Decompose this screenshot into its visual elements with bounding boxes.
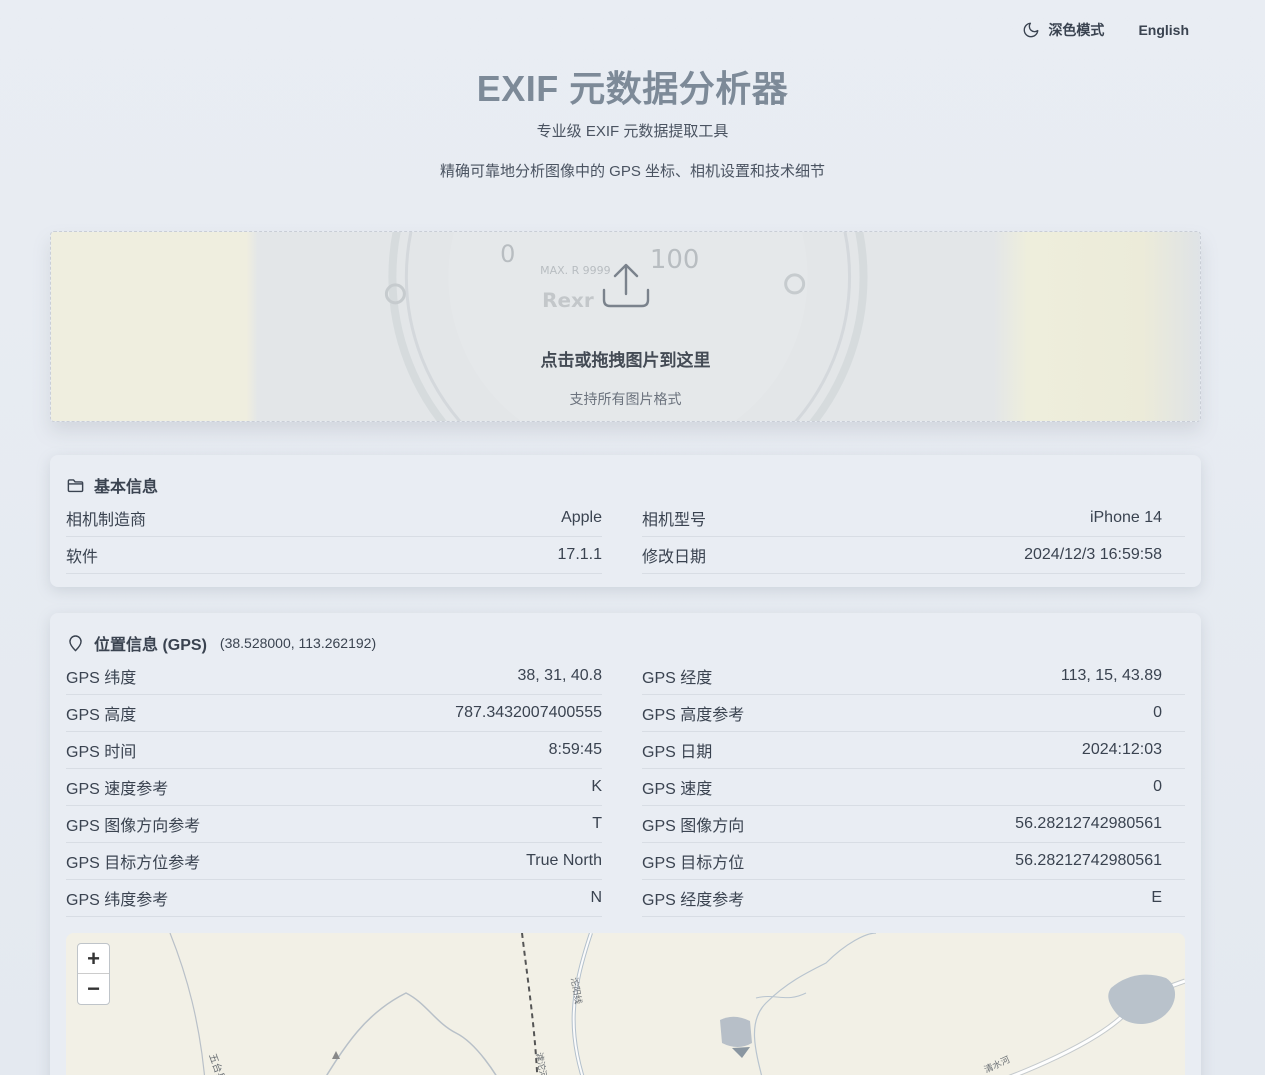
gps-coordinates: (38.528000, 113.262192) [219,635,377,651]
gps-row: GPS 纬度参考 N [66,880,602,917]
upload-dropzone[interactable]: 0 100 MAX. R 9999 Rexr 点击或拖拽图片到这里 支持所有图片… [50,231,1201,422]
upload-formats: 支持所有图片格式 [569,391,682,407]
dark-mode-label: 深色模式 [1048,22,1105,38]
gps-row: GPS 经度参考 E [642,880,1185,917]
gps-value: 8:59:45 [548,741,602,758]
page-description: 精确可靠地分析图像中的 GPS 坐标、相机设置和技术细节 [439,163,825,180]
gps-row: GPS 经度 113, 15, 43.89 [642,658,1185,695]
gps-value: 0 [1153,704,1162,721]
gps-value: True North [526,852,602,869]
gps-row: GPS 时间 8:59:45 [66,732,602,769]
zoom-in-button[interactable]: + [78,944,109,974]
basic-info-title: 基本信息 [94,479,159,496]
gps-info-title: 位置信息 (GPS) [94,637,207,654]
info-row-camera-make: 相机制造商 Apple [66,500,602,537]
gps-row: GPS 高度参考 0 [642,695,1185,732]
gps-label: GPS 纬度参考 [66,892,169,909]
page-title: EXIF 元数据分析器 [476,68,789,109]
map-tiles: 五台县 沱阳线 滹沱河 清水河 [66,933,1185,1075]
gps-label: GPS 目标方位参考 [66,855,201,872]
gps-row: GPS 目标方位 56.28212742980561 [642,843,1185,880]
gps-label: GPS 图像方向参考 [66,818,201,835]
upload-content: 点击或拖拽图片到这里 支持所有图片格式 [51,232,1200,421]
gps-value: T [592,815,602,832]
gps-info-header: 位置信息 (GPS) (38.528000, 113.262192) [66,631,376,655]
gps-label: GPS 日期 [642,744,713,761]
gps-value: 2024:12:03 [1081,741,1162,758]
gps-label: GPS 高度参考 [642,707,745,724]
info-row-software: 软件 17.1.1 [66,537,602,574]
language-toggle[interactable]: English [1138,22,1189,38]
gps-value: 113, 15, 43.89 [1060,667,1162,684]
info-label: 修改日期 [642,549,707,566]
gps-row: GPS 目标方位参考 True North [66,843,602,880]
gps-label: GPS 图像方向 [642,818,745,835]
gps-value: 38, 31, 40.8 [517,667,602,684]
gps-value: 787.3432007400555 [455,704,602,721]
dark-mode-toggle[interactable]: 深色模式 [1022,20,1104,40]
gps-row: GPS 图像方向 56.28212742980561 [642,806,1185,843]
location-pin-icon [69,634,82,651]
map-zoom-control: + − [77,943,110,1005]
gps-row: GPS 高度 787.3432007400555 [66,695,602,732]
info-label: 相机型号 [642,512,707,529]
upload-instruction: 点击或拖拽图片到这里 [540,351,711,370]
info-value: 2024/12/3 16:59:58 [1024,546,1162,563]
basic-info-card: 基本信息 相机制造商 Apple 相机型号 iPhone 14 软件 17.1.… [50,455,1201,587]
info-row-camera-model: 相机型号 iPhone 14 [642,500,1185,537]
gps-value: E [1151,889,1162,906]
page-subtitle: 专业级 EXIF 元数据提取工具 [536,123,729,140]
gps-label: GPS 经度参考 [642,892,745,909]
gps-info-card: 位置信息 (GPS) (38.528000, 113.262192) GPS 纬… [50,613,1201,1075]
info-label: 软件 [66,549,99,566]
gps-row: GPS 速度 0 [642,769,1185,806]
info-row-modify-date: 修改日期 2024/12/3 16:59:58 [642,537,1185,574]
folder-icon [67,478,84,492]
gps-value: N [590,889,602,906]
gps-label: GPS 经度 [642,670,713,687]
gps-label: GPS 纬度 [66,670,137,687]
gps-row: GPS 图像方向参考 T [66,806,602,843]
top-bar: 深色模式 English [1022,20,1189,40]
gps-row: GPS 纬度 38, 31, 40.8 [66,658,602,695]
gps-value: K [591,778,602,795]
gps-label: GPS 速度 [642,781,713,798]
info-value: Apple [561,509,602,526]
gps-label: GPS 高度 [66,707,137,724]
gps-row: GPS 速度参考 K [66,769,602,806]
gps-value: 56.28212742980561 [1015,852,1162,869]
info-value: iPhone 14 [1089,509,1162,526]
gps-value: 56.28212742980561 [1015,815,1162,832]
gps-row: GPS 日期 2024:12:03 [642,732,1185,769]
basic-info-header: 基本信息 [66,473,158,497]
gps-label: GPS 目标方位 [642,855,745,872]
gps-value: 0 [1153,778,1162,795]
gps-label: GPS 速度参考 [66,781,169,798]
info-value: 17.1.1 [557,546,602,563]
gps-label: GPS 时间 [66,744,137,761]
info-label: 相机制造商 [66,512,147,529]
zoom-out-button[interactable]: − [78,974,109,1004]
location-map[interactable]: 五台县 沱阳线 滹沱河 清水河 + − [66,933,1185,1075]
upload-icon [602,263,649,308]
moon-icon [1024,22,1039,38]
